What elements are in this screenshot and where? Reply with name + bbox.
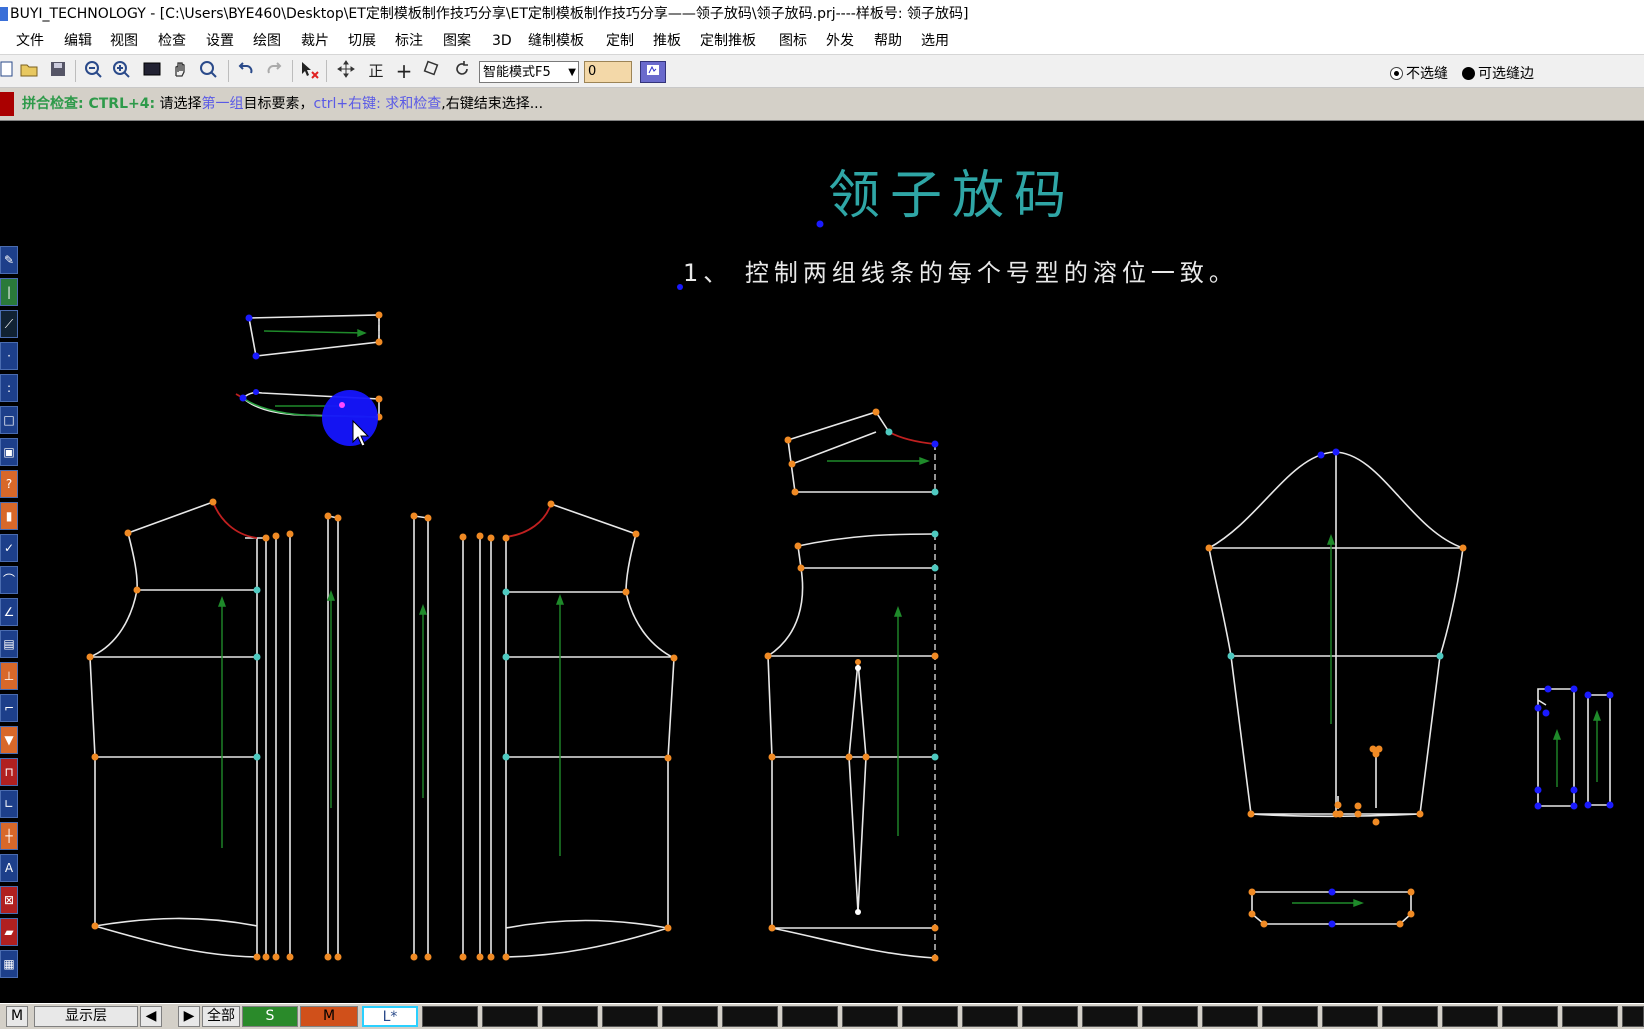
sleeve-piece[interactable] — [1208, 451, 1464, 818]
placket-right[interactable] — [413, 515, 429, 957]
back-dart[interactable] — [848, 661, 867, 913]
size-slot[interactable] — [1022, 1006, 1078, 1027]
size-slot[interactable] — [602, 1006, 658, 1027]
size-slot[interactable] — [722, 1006, 778, 1027]
status-bar: M 显示层 ◀ ▶ 全部 S M L* — [0, 1003, 1644, 1029]
cuff-piece[interactable] — [1251, 891, 1412, 925]
grade-points-blue — [239, 220, 1614, 928]
cursor-highlight — [322, 390, 378, 446]
canvas-heading: 领子放码 — [828, 166, 1076, 226]
size-slot[interactable] — [662, 1006, 718, 1027]
size-slot[interactable] — [422, 1006, 478, 1027]
pattern-canvas[interactable]: 领子放码 1、 控制两组线条的每个号型的溶位一致。 — [0, 0, 1644, 1028]
size-slot[interactable] — [1502, 1006, 1558, 1027]
back-yoke[interactable] — [787, 411, 935, 493]
size-slot[interactable] — [1322, 1006, 1378, 1027]
back-piece[interactable] — [767, 533, 936, 959]
canvas-note: 1、 控制两组线条的每个号型的溶位一致。 — [683, 259, 1238, 287]
neck-curve-left — [212, 501, 258, 539]
size-s-button[interactable]: S — [242, 1006, 298, 1027]
size-slot[interactable] — [962, 1006, 1018, 1027]
size-slot[interactable] — [542, 1006, 598, 1027]
m-button[interactable]: M — [6, 1006, 28, 1027]
size-slot[interactable] — [1382, 1006, 1438, 1027]
size-m-button[interactable]: M — [300, 1006, 358, 1027]
size-slot[interactable] — [1442, 1006, 1498, 1027]
size-slot[interactable] — [1142, 1006, 1198, 1027]
size-slot[interactable] — [1562, 1006, 1618, 1027]
size-slot[interactable] — [902, 1006, 958, 1027]
all-sizes-button[interactable]: 全部 — [202, 1006, 240, 1027]
size-slot[interactable] — [782, 1006, 838, 1027]
layer-select[interactable]: 显示层 — [34, 1006, 138, 1027]
size-slot[interactable] — [842, 1006, 898, 1027]
size-slot[interactable] — [482, 1006, 538, 1027]
placket-left[interactable] — [327, 515, 339, 957]
size-slot[interactable] — [1622, 1006, 1644, 1027]
grade-points-cyan — [253, 428, 1444, 761]
front-left-piece[interactable] — [89, 501, 291, 957]
prev-layer-button[interactable]: ◀ — [140, 1006, 162, 1027]
neck-curve-right — [505, 503, 552, 538]
next-layer-button[interactable]: ▶ — [178, 1006, 200, 1027]
grade-points-orange — [86, 311, 1467, 962]
size-slot[interactable] — [1262, 1006, 1318, 1027]
neck-curve-back — [888, 431, 936, 445]
front-right-piece[interactable] — [462, 503, 675, 957]
size-l-button[interactable]: L* — [362, 1006, 418, 1027]
size-slot[interactable] — [1202, 1006, 1258, 1027]
size-slot[interactable] — [1082, 1006, 1138, 1027]
